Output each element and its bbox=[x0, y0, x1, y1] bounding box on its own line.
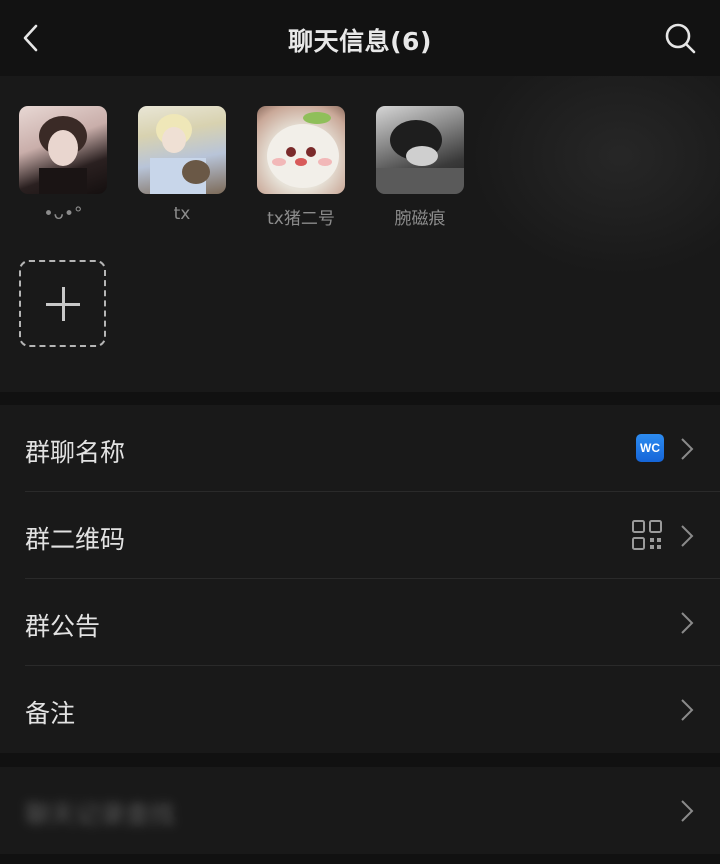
member-item[interactable]: 腕磁痕 bbox=[376, 106, 464, 229]
settings-list: 群聊名称 WC 群二维码 群公告 备注 bbox=[0, 405, 720, 753]
members-panel: •ᴗ•° tx tx猪二号 腕磁痕 bbox=[0, 76, 720, 392]
hidden-row[interactable]: 聊天记录查找 bbox=[0, 767, 720, 854]
group-name-row[interactable]: 群聊名称 WC bbox=[0, 405, 720, 492]
member-name: •ᴗ•° bbox=[43, 204, 83, 224]
search-icon bbox=[665, 23, 696, 54]
search-button[interactable] bbox=[662, 20, 698, 56]
announcement-label: 群公告 bbox=[25, 612, 101, 641]
announcement-row[interactable]: 群公告 bbox=[0, 579, 720, 666]
top-bar: 聊天信息(6) bbox=[0, 0, 720, 76]
member-name: tx bbox=[173, 204, 191, 224]
chevron-right-icon bbox=[681, 800, 694, 822]
remark-label: 备注 bbox=[25, 699, 76, 728]
background-glow bbox=[470, 76, 720, 276]
member-item[interactable]: tx bbox=[138, 106, 226, 224]
remark-row[interactable]: 备注 bbox=[0, 666, 720, 753]
avatar[interactable] bbox=[257, 106, 345, 194]
group-name-label: 群聊名称 bbox=[25, 438, 126, 467]
add-member-button[interactable] bbox=[19, 260, 106, 347]
member-name: tx猪二号 bbox=[267, 209, 335, 229]
avatar[interactable] bbox=[376, 106, 464, 194]
member-item[interactable]: •ᴗ•° bbox=[19, 106, 107, 224]
chevron-right-icon bbox=[681, 438, 694, 460]
qr-code-icon bbox=[632, 520, 662, 550]
member-item[interactable]: tx猪二号 bbox=[257, 106, 345, 229]
page-title: 聊天信息(6) bbox=[288, 27, 432, 56]
avatar[interactable] bbox=[138, 106, 226, 194]
avatar[interactable] bbox=[19, 106, 107, 194]
chevron-right-icon bbox=[681, 612, 694, 634]
group-qr-label: 群二维码 bbox=[25, 525, 126, 554]
group-qr-row[interactable]: 群二维码 bbox=[0, 492, 720, 579]
chevron-right-icon bbox=[681, 525, 694, 547]
blurred-label: 聊天记录查找 bbox=[25, 800, 176, 829]
chevron-right-icon bbox=[681, 699, 694, 721]
member-name: 腕磁痕 bbox=[394, 209, 446, 229]
settings-list-2: 聊天记录查找 bbox=[0, 767, 720, 854]
wc-badge-icon: WC bbox=[636, 434, 664, 462]
